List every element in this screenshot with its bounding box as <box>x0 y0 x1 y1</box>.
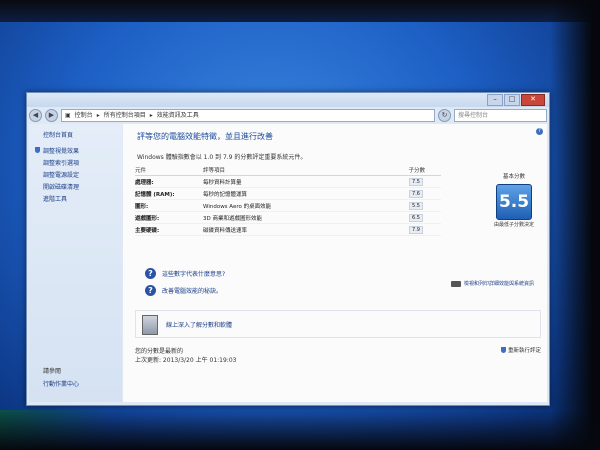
title-bar: – □ ✕ <box>27 93 549 107</box>
sidebar-task-list: 調整視覺效果 調整索引選項 調整電源設定 開啟磁碟清理 進階工具 <box>35 146 80 206</box>
print-details-link[interactable]: 檢視和列印詳細效能與系統資訊 <box>451 280 534 287</box>
navigation-bar: ◀ ▶ ▣ 控制台 ▸ 所有控制台項目 ▸ 效能資訊及工具 ↻ 搜尋控制台 <box>29 108 547 122</box>
sidebar-item-power[interactable]: 調整電源設定 <box>43 170 79 179</box>
link-label: 檢視和列印詳細效能與系統資訊 <box>464 281 535 287</box>
page-title: 評等您的電腦效能特徵，並且進行改善 <box>137 132 273 141</box>
sidebar-item-advanced-tools[interactable]: 進階工具 <box>43 194 79 203</box>
sidebar: 控制台首頁 調整視覺效果 調整索引選項 調整電源設定 開啟磁碟清理 進階工具 請… <box>29 124 122 402</box>
sidebar-item-label: 調整視覺效果 <box>43 148 80 155</box>
learn-more-panel: 線上深入了解分數和軟體 <box>135 310 541 338</box>
row-subscore: 7.5 <box>409 177 423 186</box>
table-header: 元件 評等項目 子分數 <box>135 165 441 176</box>
row-component: 遊戲圖形: <box>135 215 160 222</box>
row-description: 每秒資料計算量 <box>203 179 242 186</box>
score-status: 您的分數是最新的 <box>135 348 184 355</box>
base-score-badge: 5.5 <box>496 184 532 220</box>
back-icon[interactable]: ◀ <box>29 108 42 122</box>
printer-icon <box>451 280 461 287</box>
row-description: Windows Aero 的桌面效能 <box>203 203 272 210</box>
close-icon[interactable]: ✕ <box>521 94 545 106</box>
table-row: 遊戲圖形: 3D 商業和遊戲圖形效能 6.5 <box>135 212 441 224</box>
main-content: ? 評等您的電腦效能特徵，並且進行改善 Windows 體驗指數會以 1.0 到… <box>123 124 547 402</box>
improve-performance-link[interactable]: ? 改善電腦效能的秘訣。 <box>145 285 222 296</box>
row-subscore: 7.9 <box>409 225 423 234</box>
control-panel-icon: ▣ <box>65 111 71 119</box>
sidebar-item-label: 調整電源設定 <box>43 172 80 179</box>
link-label: 重新執行評定 <box>507 348 541 354</box>
breadcrumb-item[interactable]: 控制台 <box>75 110 93 121</box>
sidebar-item-label: 調整索引選項 <box>43 160 80 167</box>
monitor-bezel-right <box>550 0 600 450</box>
see-also-heading: 請參閱 <box>43 368 62 375</box>
header-subscore: 子分數 <box>408 168 425 174</box>
row-component: 處理器: <box>135 179 154 186</box>
question-icon: ? <box>145 268 156 279</box>
address-bar[interactable]: ▣ 控制台 ▸ 所有控制台項目 ▸ 效能資訊及工具 <box>61 108 435 122</box>
table-row: 處理器: 每秒資料計算量 7.5 <box>135 176 441 188</box>
page-subtitle: Windows 體驗指數會以 1.0 到 7.9 的分數評定重要系統元件。 <box>137 154 307 161</box>
table-row: 圖形: Windows Aero 的桌面效能 5.5 <box>135 200 441 212</box>
sidebar-item-disk-cleanup[interactable]: 開啟磁碟清理 <box>43 182 79 191</box>
last-update-time: 上次更新: 2013/3/20 上午 01:19:03 <box>135 357 237 364</box>
breadcrumb-separator-icon: ▸ <box>96 111 100 119</box>
row-component: 圖形: <box>135 203 149 210</box>
performance-window: – □ ✕ ◀ ▶ ▣ 控制台 ▸ 所有控制台項目 ▸ 效能資訊及工具 ↻ 搜尋… <box>26 92 550 406</box>
sidebar-item-visual-effects[interactable]: 調整視覺效果 <box>35 146 80 155</box>
row-component: 主要硬碟: <box>135 227 160 234</box>
rerun-assessment-link[interactable]: 重新執行評定 <box>500 346 541 354</box>
header-rated: 評等項目 <box>203 168 226 174</box>
software-tools-icon <box>142 315 158 335</box>
breadcrumb-item[interactable]: 所有控制台項目 <box>104 110 146 121</box>
monitor-bezel-top <box>0 0 600 22</box>
sidebar-item-label: 開啟磁碟清理 <box>43 184 80 191</box>
monitor-bezel-bottom <box>0 410 600 450</box>
link-label: 這些數字代表什麼意思? <box>162 271 226 278</box>
base-score-caption: 由最低子分數決定 <box>493 222 534 228</box>
base-score-column: 基本分數 5.5 由最低子分數決定 <box>491 172 537 228</box>
forward-icon[interactable]: ▶ <box>45 108 58 122</box>
search-input[interactable]: 搜尋控制台 <box>454 108 547 122</box>
shield-icon <box>35 147 40 153</box>
score-table: 元件 評等項目 子分數 處理器: 每秒資料計算量 7.5 記憶體 (RAM): … <box>135 165 441 236</box>
row-component: 記憶體 (RAM): <box>135 191 175 198</box>
action-center-link[interactable]: 行動作業中心 <box>43 379 79 388</box>
row-description: 磁碟資料傳送速率 <box>203 227 248 234</box>
sidebar-home-link[interactable]: 控制台首頁 <box>43 130 73 139</box>
minimize-icon[interactable]: – <box>487 94 503 106</box>
window-controls: – □ ✕ <box>487 94 545 106</box>
link-label: 改善電腦效能的秘訣。 <box>162 288 223 295</box>
header-component: 元件 <box>135 168 147 174</box>
question-icon: ? <box>145 285 156 296</box>
sidebar-item-indexing[interactable]: 調整索引選項 <box>43 158 79 167</box>
table-row: 記憶體 (RAM): 每秒的記憶體運算 7.6 <box>135 188 441 200</box>
refresh-icon[interactable]: ↻ <box>438 108 451 122</box>
what-scores-mean-link[interactable]: ? 這些數字代表什麼意思? <box>145 268 225 279</box>
row-subscore: 5.5 <box>409 201 423 210</box>
breadcrumb-separator-icon: ▸ <box>149 111 153 119</box>
shield-icon <box>500 347 506 353</box>
table-row: 主要硬碟: 磁碟資料傳送速率 7.9 <box>135 224 441 236</box>
learn-more-link[interactable]: 線上深入了解分數和軟體 <box>166 320 232 329</box>
maximize-icon[interactable]: □ <box>504 94 520 106</box>
row-description: 3D 商業和遊戲圖形效能 <box>203 215 262 222</box>
row-subscore: 6.5 <box>409 213 423 222</box>
help-icon[interactable]: ? <box>536 128 543 135</box>
row-subscore: 7.6 <box>409 189 423 198</box>
sidebar-item-label: 進階工具 <box>43 196 68 203</box>
header-base-score: 基本分數 <box>502 174 525 180</box>
breadcrumb-item[interactable]: 效能資訊及工具 <box>157 110 199 121</box>
row-description: 每秒的記憶體運算 <box>203 191 248 198</box>
